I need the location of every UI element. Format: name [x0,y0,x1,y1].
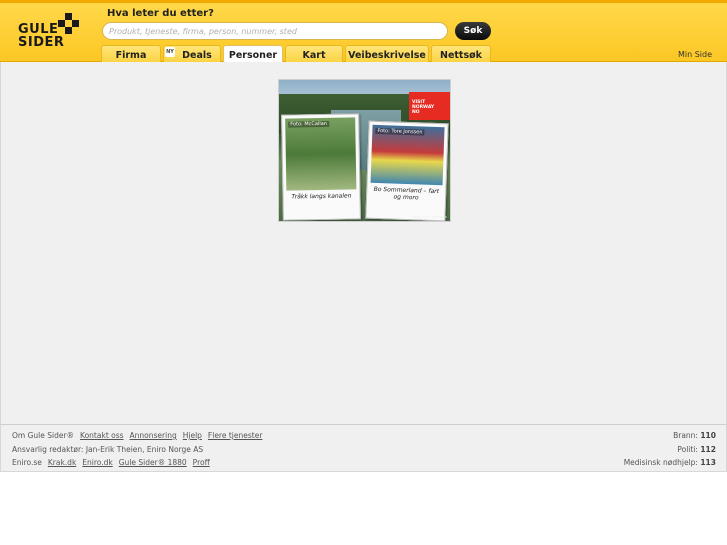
visit-norway-badge: VISIT NORWAY NO [409,92,450,120]
footer-link-flere-tjenester[interactable]: Flere tjenester [208,431,262,440]
photo-caption: Bo Sommerland – fart og moro [373,185,440,202]
search-button[interactable]: Søk [455,22,491,40]
tab-label: Veibeskrivelse [348,49,426,61]
visit-norway-ad-banner[interactable]: VISIT NORWAY NO Foto: McCallan Tråkk lan… [278,79,451,222]
emergency-number: 112 [700,445,716,454]
footer-link-eniro-dk[interactable]: Eniro.dk [82,458,112,467]
footer-link-gule-sider-1880[interactable]: Gule Sider® 1880 [119,458,187,467]
search-heading: Hva leter du etter? [107,8,214,19]
site-header: GULE SIDER Hva leter du etter? Søk Firma… [0,0,727,65]
ad-photo-cycling: Foto: McCallan Tråkk langs kanalen [281,113,361,221]
footer-link-krak[interactable]: Krak.dk [48,458,76,467]
emergency-police: Politi: 112 [677,445,716,454]
emergency-label: Brann: [673,431,698,440]
min-side-link[interactable]: Min Side [678,50,712,59]
tab-label: Personer [228,50,278,61]
gule-sider-logo[interactable]: GULE SIDER [18,11,82,55]
tab-label: Kart [302,49,326,61]
emergency-label: Medisinsk nødhjelp: [623,458,698,467]
emergency-number: 110 [700,431,716,440]
footer-link-annonsering[interactable]: Annonsering [130,431,177,440]
new-badge: NY [165,47,175,57]
logo-squares-icon [58,13,80,35]
emergency-medical: Medisinsk nødhjelp: 113 [624,458,716,467]
footer-about: Om Gule Sider® [12,431,75,440]
ad-photo-rafting: Foto: Tore Jonssen Bo Sommerland – fart … [365,120,449,221]
site-footer: Om Gule Sider® Kontakt oss Annonsering H… [0,424,727,472]
footer-link-proff[interactable]: Proff [193,458,210,467]
footer-links-row: Om Gule Sider® Kontakt oss Annonsering H… [12,431,262,440]
footer-link-hjelp[interactable]: Hjelp [183,431,202,440]
photo-credit: Foto: McCallan [288,120,329,128]
footer-editor-text: Ansvarlig redaktør: Jan-Erik Theien, Eni… [12,445,204,454]
footer-link-kontakt[interactable]: Kontakt oss [80,431,124,440]
badge-line-3: NO [412,110,420,115]
ad-footnote: Foto: Visit Telemark [412,215,447,219]
emergency-number: 113 [700,458,716,467]
search-input[interactable] [102,22,448,40]
photo-caption: Tråkk langs kanalen [291,192,352,201]
tab-label: Nettsøk [440,49,482,61]
footer-editor-row: Ansvarlig redaktør: Jan-Erik Theien, Eni… [12,445,203,454]
footer-partner-links: Eniro.se Krak.dk Eniro.dk Gule Sider® 18… [12,458,210,467]
emergency-label: Politi: [677,445,698,454]
tab-label: Deals [182,49,212,61]
footer-eniro-se: Eniro.se [12,458,42,467]
tab-label: Firma [115,49,147,61]
emergency-fire: Brann: 110 [673,431,716,440]
logo-line-2: SIDER [18,35,65,50]
cycling-photo-image [285,117,357,191]
main-content: VISIT NORWAY NO Foto: McCallan Tråkk lan… [0,62,727,424]
